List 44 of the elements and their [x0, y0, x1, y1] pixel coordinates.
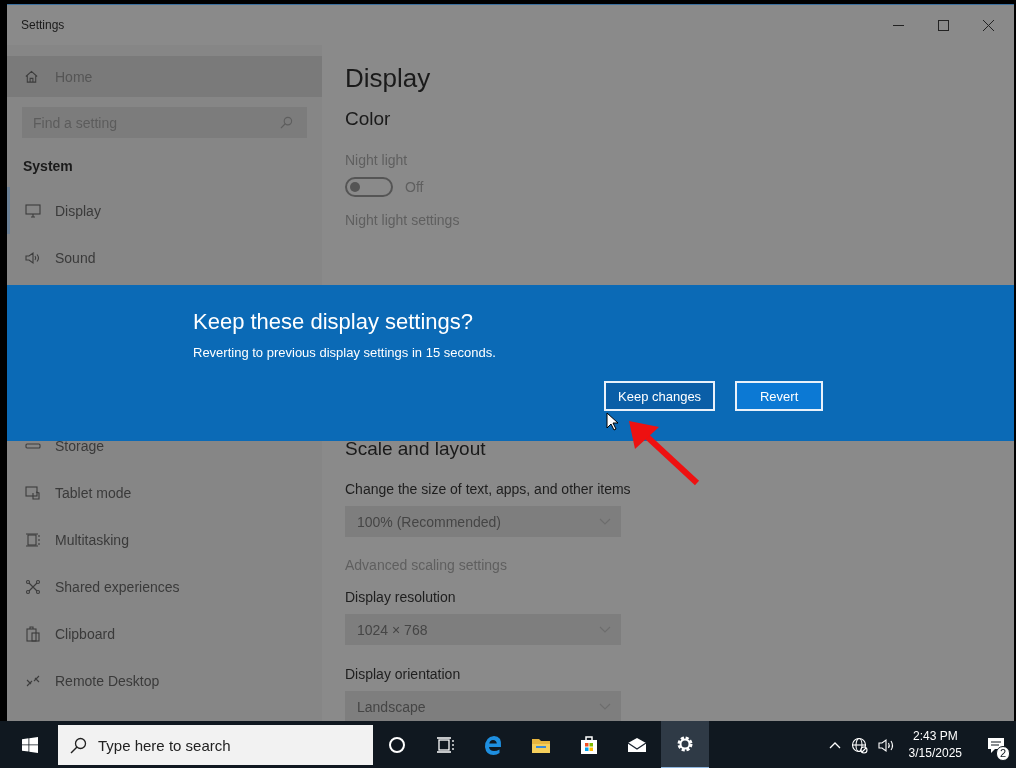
multitasking-icon	[25, 531, 41, 548]
nav-item[interactable]: Shared experiences	[7, 563, 322, 610]
dialog-button[interactable]: Revert	[735, 381, 824, 411]
dialog-message: Reverting to previous display settings in 15 seconds.	[193, 345, 497, 360]
maximize-icon[interactable]	[938, 19, 949, 31]
notification-badge: 2	[995, 746, 1010, 761]
chevron-up-icon[interactable]	[828, 741, 841, 749]
section-heading: Scale and layout	[345, 438, 487, 460]
nav-item[interactable]: Storage	[7, 422, 322, 469]
dialog-title: Keep these display settings?	[193, 309, 475, 335]
toggle-switch[interactable]	[345, 177, 393, 197]
nav-item[interactable]: Clipboard	[7, 610, 322, 657]
home-icon	[24, 69, 39, 84]
taskbar-search-field[interactable]: Type here to search	[58, 725, 373, 765]
nav-item[interactable]: Sound	[7, 234, 322, 281]
speaker-icon[interactable]	[877, 736, 895, 754]
dropdown[interactable]: 1024 × 768	[345, 614, 621, 645]
start-icon[interactable]	[22, 737, 38, 753]
dropdown[interactable]: 100% (Recommended)	[345, 506, 621, 537]
nodes-icon	[25, 578, 41, 595]
clock[interactable]: 2:43 PM 3/15/2025	[908, 728, 962, 762]
nav-item[interactable]: Display	[7, 187, 322, 234]
setting-label: Display resolution	[345, 589, 457, 605]
nav-item[interactable]: Multitasking	[7, 516, 322, 563]
dropdown[interactable]: Landscape	[345, 691, 621, 722]
section-heading: Color	[345, 108, 392, 130]
dialog-button[interactable]: Keep changes	[604, 381, 716, 411]
search-icon	[280, 116, 293, 129]
nav-item[interactable]: Tablet mode	[7, 469, 322, 516]
mouse-pointer-icon	[606, 412, 618, 431]
nav-item[interactable]: Remote Desktop	[7, 657, 322, 704]
notification-button[interactable]: 2	[976, 721, 1016, 768]
settings-icon[interactable]	[661, 721, 709, 768]
close-icon[interactable]	[983, 19, 994, 31]
setting-label: Display orientation	[345, 666, 462, 682]
monitor-icon	[25, 202, 41, 219]
tablet-icon	[25, 484, 41, 501]
page-title: Display	[345, 63, 432, 94]
section-heading: System	[23, 158, 74, 174]
speaker-icon	[25, 249, 41, 266]
setting-label: Change the size of text, apps, and other items	[345, 481, 632, 497]
window-title: Settings	[21, 18, 65, 32]
globe-icon[interactable]	[850, 736, 868, 754]
clipboard-icon	[25, 625, 41, 642]
